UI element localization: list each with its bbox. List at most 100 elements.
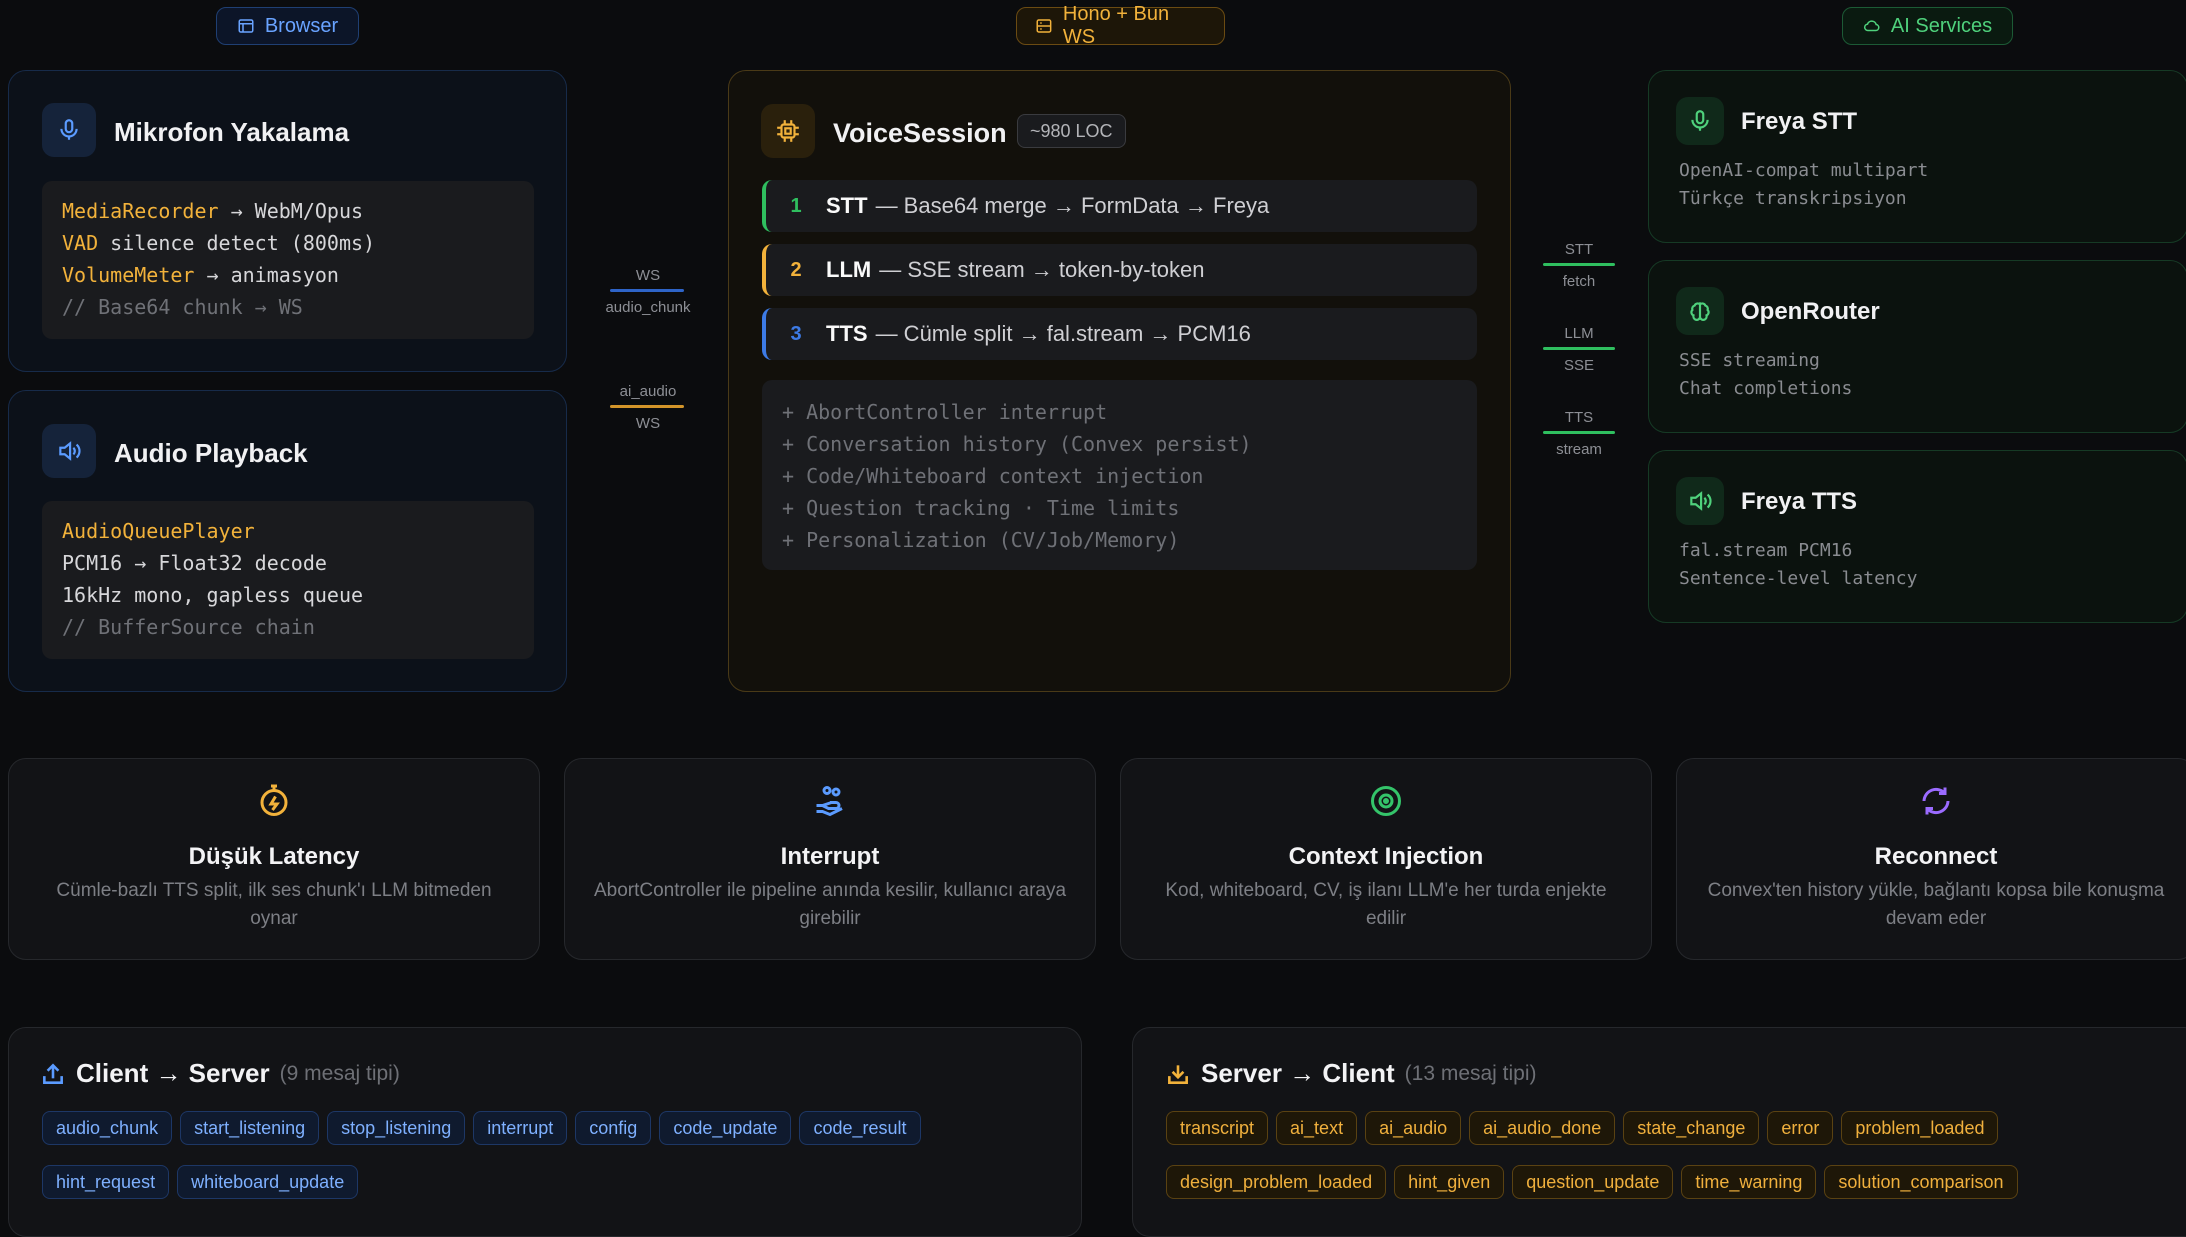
freya-tts-panel: Freya TTS fal.stream PCM16 Sentence-leve…: [1648, 450, 2186, 623]
message-tag: code_update: [659, 1111, 792, 1145]
message-tag: ai_audio_done: [1469, 1111, 1616, 1145]
message-tag: state_change: [1623, 1111, 1760, 1145]
message-tag: interrupt: [473, 1111, 568, 1145]
speaker-icon: [59, 441, 81, 461]
extra-line: + Personalization (CV/Job/Memory): [782, 528, 1180, 552]
mic-icon-box: [1676, 97, 1724, 145]
feature-card-latency: Düşük Latency Cümle-bazlı TTS split, ilk…: [8, 758, 540, 960]
message-tag: solution_comparison: [1824, 1165, 2018, 1199]
message-tag: problem_loaded: [1841, 1111, 1999, 1145]
service-title: Freya TTS: [1741, 488, 1858, 515]
message-tag: design_problem_loaded: [1166, 1165, 1387, 1199]
window-icon: [238, 19, 254, 33]
brain-icon: [1690, 302, 1710, 321]
service-title: OpenRouter: [1741, 298, 1880, 325]
step-name: LLM: [826, 257, 872, 282]
msg-count: (13 mesaj tipi): [1404, 1061, 1537, 1085]
feature-card-context: Context Injection Kod, whiteboard, CV, i…: [1120, 758, 1652, 960]
message-tag: code_result: [799, 1111, 921, 1145]
code-keyword: VAD: [62, 231, 99, 255]
mic-capture-panel: Mikrofon Yakalama MediaRecorder → WebM/O…: [8, 70, 567, 372]
msg-title-text: Client → Server: [76, 1058, 270, 1088]
step-number: 2: [790, 258, 802, 281]
feature-description: AbortController ile pipeline anında kesi…: [593, 880, 1067, 929]
message-tag: transcript: [1166, 1111, 1269, 1145]
message-tag: error: [1767, 1111, 1834, 1145]
server-section-chip: Hono + Bun WS: [1016, 3, 1225, 48]
extra-line: + AbortController interrupt: [782, 400, 1108, 424]
playback-code: AudioQueuePlayer PCM16 → Float32 decode …: [42, 501, 534, 659]
code-keyword: VolumeMeter: [62, 263, 195, 287]
browser-label: Browser: [264, 14, 339, 37]
chip-icon-box: [761, 104, 815, 158]
service-subtitle: OpenAI-compat multipart Türkçe transkrip…: [1679, 160, 1929, 209]
code-keyword: MediaRecorder: [62, 199, 219, 223]
message-tag: hint_request: [42, 1165, 170, 1199]
feature-card-interrupt: Interrupt AbortController ile pipeline a…: [564, 758, 1096, 960]
message-tag: question_update: [1512, 1165, 1674, 1199]
message-tag: stop_listening: [327, 1111, 466, 1145]
audio-playback-panel: Audio Playback AudioQueuePlayer PCM16 → …: [8, 390, 567, 692]
download-icon: [1168, 1064, 1188, 1084]
speaker-icon-box: [42, 424, 96, 478]
message-tag: ai_text: [1276, 1111, 1358, 1145]
server-label: Hono + Bun WS: [1062, 3, 1170, 48]
fetch-label: fetch: [1562, 273, 1596, 290]
brain-icon-box: [1676, 287, 1724, 335]
audio-chunk-label: audio_chunk: [605, 299, 691, 316]
client-server-title: Client → Server (9 mesaj tipi): [40, 1058, 400, 1089]
server-client-title: Server → Client (13 mesaj tipi): [1165, 1058, 1537, 1089]
code-line: 16kHz mono, gapless queue: [62, 583, 364, 607]
speaker-icon-box: [1676, 477, 1724, 525]
ai-services-chip: AI Services: [1842, 7, 2013, 45]
ai-audio-label: ai_audio: [619, 383, 677, 400]
cpu-icon: [777, 120, 799, 142]
microphone-icon: [1691, 110, 1709, 131]
pipeline-step-llm: 2 LLM — SSE stream → token-by-token: [762, 244, 1477, 296]
feature-description: Kod, whiteboard, CV, iş ilanı LLM'e her …: [1165, 880, 1607, 929]
connector-line-blue: [610, 289, 684, 292]
message-tag: whiteboard_update: [177, 1165, 359, 1199]
code-line: MediaRecorder → WebM/Opus: [62, 195, 514, 227]
message-tag: time_warning: [1681, 1165, 1817, 1199]
connector-line-green: [1543, 431, 1615, 434]
code-line: VolumeMeter → animasyon: [62, 259, 514, 291]
freya-stt-panel: Freya STT OpenAI-compat multipart Türkçe…: [1648, 70, 2186, 243]
feature-title: Düşük Latency: [188, 843, 360, 870]
connector-line-green: [1543, 263, 1615, 266]
feature-description: Convex'ten history yükle, bağlantı kopsa…: [1707, 880, 2165, 929]
service-subtitle: SSE streaming Chat completions: [1679, 350, 1853, 399]
server-client-tags: transcript ai_text ai_audio ai_audio_don…: [1166, 1111, 2176, 1199]
playback-title: Audio Playback: [114, 438, 308, 468]
feature-title: Interrupt: [780, 843, 880, 870]
message-tag: config: [575, 1111, 652, 1145]
server-icon: [1036, 19, 1052, 33]
speaker-icon: [1690, 491, 1712, 511]
step-name: TTS: [826, 321, 868, 346]
code-comment: // Base64 chunk → WS: [62, 295, 303, 319]
ws-label-top: WS: [635, 267, 661, 284]
client-server-tags: audio_chunk start_listening stop_listeni…: [42, 1111, 1042, 1199]
connector-line-green: [1543, 347, 1615, 350]
message-tag: hint_given: [1394, 1165, 1505, 1199]
step-number: 3: [790, 322, 802, 345]
llm-link-label: LLM: [1564, 325, 1594, 342]
hand-icon: [816, 786, 843, 817]
voice-extras: + AbortController interrupt + Conversati…: [762, 380, 1477, 570]
refresh-icon: [1922, 787, 1950, 815]
connector-line-amber: [610, 405, 684, 408]
msg-count: (9 mesaj tipi): [279, 1061, 400, 1085]
service-title: Freya STT: [1741, 108, 1858, 135]
feature-title: Context Injection: [1288, 843, 1484, 870]
sse-label: SSE: [1563, 357, 1594, 374]
stopwatch-icon: [260, 784, 288, 816]
feature-card-reconnect: Reconnect Convex'ten history yükle, bağl…: [1676, 758, 2186, 960]
extra-line: + Code/Whiteboard context injection: [782, 464, 1204, 488]
message-tag: ai_audio: [1365, 1111, 1462, 1145]
code-line: VAD silence detect (800ms): [62, 227, 514, 259]
pipeline-step-stt: 1 STT — Base64 merge → FormData → Freya: [762, 180, 1477, 232]
ws-label-bottom: WS: [635, 415, 661, 432]
extra-line: + Question tracking · Time limits: [782, 496, 1180, 520]
message-tag: start_listening: [180, 1111, 320, 1145]
service-subtitle: fal.stream PCM16 Sentence-level latency: [1679, 540, 1918, 589]
